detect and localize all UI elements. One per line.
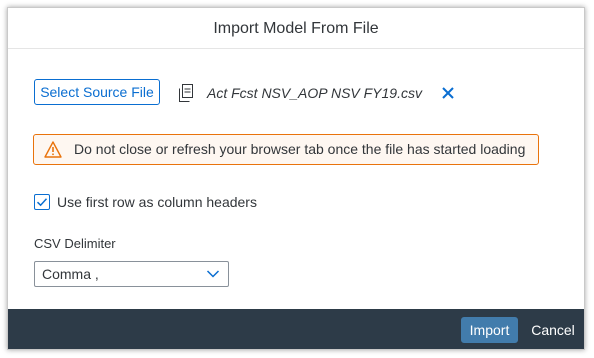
checkmark-icon [36, 198, 48, 207]
select-source-file-button[interactable]: Select Source File [34, 79, 160, 105]
warning-message-strip: Do not close or refresh your browser tab… [33, 134, 539, 165]
warning-icon [44, 141, 62, 158]
import-model-dialog: Import Model From File Select Source Fil… [7, 7, 585, 350]
warning-text: Do not close or refresh your browser tab… [74, 141, 526, 157]
csv-delimiter-value: Comma , [42, 266, 99, 282]
cancel-button[interactable]: Cancel [528, 317, 578, 343]
csv-delimiter-label: CSV Delimiter [34, 236, 116, 251]
chevron-down-icon[interactable] [206, 268, 220, 280]
close-icon[interactable] [440, 85, 456, 101]
import-button[interactable]: Import [461, 317, 518, 343]
selected-file-name: Act Fcst NSV_AOP NSV FY19.csv [207, 85, 422, 101]
first-row-headers-label: Use first row as column headers [57, 194, 257, 210]
first-row-headers-checkbox[interactable] [34, 194, 50, 210]
csv-delimiter-select[interactable]: Comma , [34, 261, 229, 287]
dialog-footer: Import Cancel [8, 309, 584, 349]
document-icon [179, 84, 193, 102]
dialog-title: Import Model From File [8, 8, 584, 49]
